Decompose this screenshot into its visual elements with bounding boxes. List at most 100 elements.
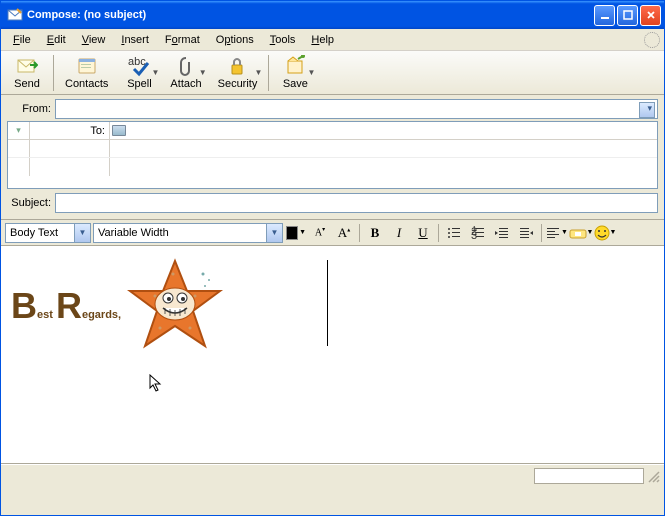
signature-block: Best Regards,	[11, 256, 654, 356]
to-label[interactable]: To:	[30, 122, 110, 139]
chevron-down-icon: ▼	[561, 229, 568, 236]
contacts-icon	[76, 55, 98, 77]
text-color-button[interactable]: ▼	[285, 223, 307, 243]
bold-button[interactable]: B	[364, 223, 386, 243]
align-icon	[546, 226, 560, 240]
outdent-button[interactable]	[491, 223, 513, 243]
to-field[interactable]	[110, 122, 657, 139]
security-icon	[226, 55, 248, 77]
close-button[interactable]	[640, 5, 661, 26]
recipient-type-dropdown[interactable]: ▾	[8, 122, 30, 139]
chevron-down-icon: ▼	[587, 229, 594, 236]
security-label: Security	[218, 78, 258, 90]
main-toolbar: Send Contacts abc Spell ▼ Attach ▼ Secur…	[1, 51, 664, 95]
mouse-cursor-icon	[149, 374, 163, 392]
menu-insert[interactable]: Insert	[113, 32, 157, 48]
align-button[interactable]: ▼	[546, 223, 568, 243]
text-caret	[327, 260, 328, 346]
spell-label: Spell	[127, 78, 151, 90]
contacts-button[interactable]: Contacts	[58, 53, 115, 93]
insert-smiley-button[interactable]: ▼	[594, 223, 616, 243]
save-button[interactable]: Save ▼	[273, 53, 317, 93]
paragraph-style-combo[interactable]: Body Text ▼	[5, 223, 91, 243]
font-family-combo[interactable]: Variable Width ▼	[93, 223, 283, 243]
insert-link-button[interactable]: ▼	[570, 223, 592, 243]
subject-field[interactable]	[55, 193, 658, 213]
bold-icon: B	[371, 225, 380, 241]
chevron-down-icon: ▼	[152, 68, 160, 77]
indent-button[interactable]	[515, 223, 537, 243]
larger-font-button[interactable]: A▴	[333, 223, 355, 243]
status-panel	[534, 468, 644, 484]
text-color-icon	[286, 226, 298, 240]
underline-button[interactable]: U	[412, 223, 434, 243]
chevron-down-icon: ▼	[266, 224, 282, 242]
send-label: Send	[14, 78, 40, 90]
menu-options[interactable]: Options	[208, 32, 262, 48]
resize-grip-icon	[646, 469, 660, 483]
activity-indicator-icon	[644, 32, 660, 48]
menu-file[interactable]: File	[5, 32, 39, 48]
send-button[interactable]: Send	[5, 53, 49, 93]
outdent-icon	[495, 226, 509, 240]
chevron-down-icon: ▼	[74, 224, 90, 242]
save-icon	[284, 55, 306, 77]
number-list-button[interactable]: 123	[467, 223, 489, 243]
recipient-row-empty[interactable]	[110, 158, 657, 176]
from-label: From:	[7, 103, 55, 115]
addressbook-icon	[112, 125, 126, 136]
message-headers: From: ▾ To: Subject:	[1, 95, 664, 220]
statusbar	[1, 464, 664, 486]
indent-icon	[519, 226, 533, 240]
attach-icon	[175, 55, 197, 77]
format-separator	[541, 224, 542, 242]
spell-button[interactable]: abc Spell ▼	[117, 53, 161, 93]
format-separator	[438, 224, 439, 242]
menu-view[interactable]: View	[74, 32, 114, 48]
menubar: File Edit View Insert Format Options Too…	[1, 29, 664, 51]
spell-icon: abc	[128, 55, 150, 77]
recipients-area: ▾ To:	[7, 121, 658, 189]
italic-button[interactable]: I	[388, 223, 410, 243]
font-family-value: Variable Width	[98, 227, 169, 239]
bullet-list-icon	[447, 226, 461, 240]
save-label: Save	[283, 78, 308, 90]
underline-icon: U	[418, 225, 427, 241]
window-title: Compose: (no subject)	[27, 9, 594, 21]
paragraph-style-value: Body Text	[10, 227, 58, 239]
chevron-down-icon: ▼	[254, 68, 262, 77]
number-list-icon: 123	[471, 226, 485, 240]
maximize-button[interactable]	[617, 5, 638, 26]
format-toolbar: Body Text ▼ Variable Width ▼ ▼ A▾ A▴ B I…	[1, 220, 664, 246]
attach-button[interactable]: Attach ▼	[163, 53, 208, 93]
signature-text: Best Regards,	[11, 285, 121, 327]
chevron-down-icon: ▼	[610, 229, 617, 236]
menu-format[interactable]: Format	[157, 32, 208, 48]
starfish-image	[125, 256, 225, 356]
smaller-font-button[interactable]: A▾	[309, 223, 331, 243]
menu-tools[interactable]: Tools	[262, 32, 304, 48]
security-button[interactable]: Security ▼	[211, 53, 265, 93]
svg-text:3: 3	[471, 230, 477, 240]
subject-label: Subject:	[7, 197, 55, 209]
bullet-list-button[interactable]	[443, 223, 465, 243]
chevron-down-icon: ▼	[199, 68, 207, 77]
menu-help[interactable]: Help	[303, 32, 342, 48]
smaller-font-icon: A▾	[315, 226, 325, 238]
toolbar-separator	[53, 55, 54, 91]
menu-edit[interactable]: Edit	[39, 32, 74, 48]
send-icon	[16, 55, 38, 77]
message-body-editor[interactable]: Best Regards,	[1, 246, 664, 464]
window-titlebar: Compose: (no subject)	[1, 1, 664, 29]
italic-icon: I	[397, 225, 401, 241]
from-field[interactable]	[55, 99, 658, 119]
smiley-icon	[594, 225, 610, 241]
compose-icon	[7, 7, 23, 23]
attach-label: Attach	[170, 78, 201, 90]
chevron-down-icon: ▼	[299, 229, 306, 236]
recipient-row-empty[interactable]	[110, 140, 657, 157]
insert-link-icon	[569, 226, 587, 240]
format-separator	[359, 224, 360, 242]
minimize-button[interactable]	[594, 5, 615, 26]
toolbar-separator	[268, 55, 269, 91]
